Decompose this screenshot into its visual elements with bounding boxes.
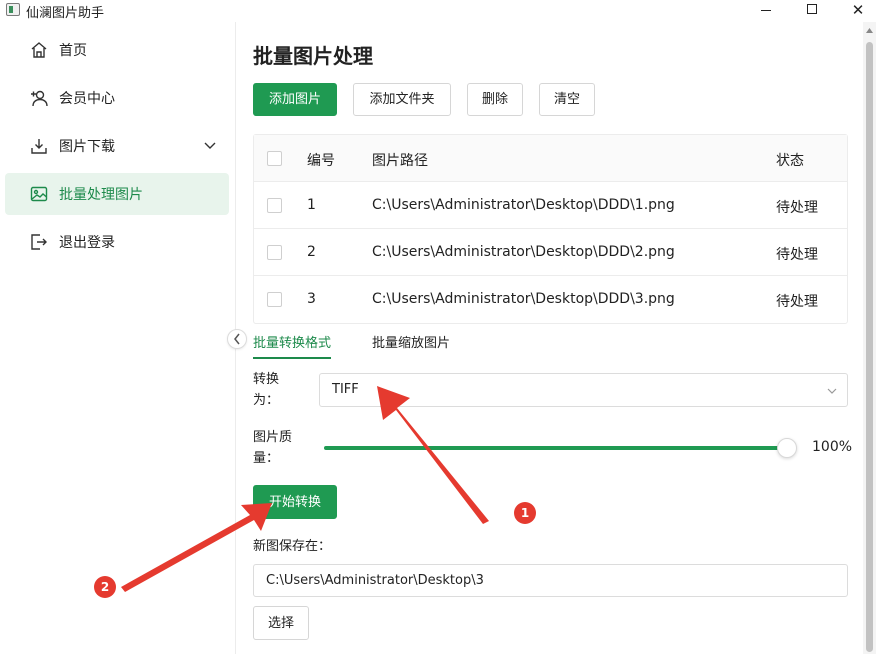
row-checkbox[interactable]: [267, 198, 282, 213]
row-checkbox[interactable]: [267, 292, 282, 307]
minimize-icon: [761, 10, 771, 11]
column-header-number: 编号: [307, 153, 335, 169]
sidebar-item-label: 批量处理图片: [59, 187, 143, 203]
image-icon: [30, 186, 48, 202]
quality-slider-thumb[interactable]: [777, 438, 797, 458]
sidebar-item-label: 首页: [59, 43, 87, 59]
quality-label-line2: 量：: [253, 451, 280, 466]
row-checkbox[interactable]: [267, 245, 282, 260]
sidebar-item-label: 图片下载: [59, 139, 115, 155]
download-icon: [31, 139, 47, 154]
start-convert-button[interactable]: 开始转换: [253, 485, 337, 519]
delete-button[interactable]: 删除: [467, 83, 523, 116]
row-path: C:\Users\Administrator\Desktop\DDD\2.png: [372, 244, 675, 260]
row-number: 2: [307, 244, 316, 260]
annotation-badge-2: 2: [94, 576, 116, 598]
clear-button[interactable]: 清空: [539, 83, 595, 116]
image-table: 编号 图片路径 状态 1 C:\Users\Administrator\Desk…: [253, 134, 848, 324]
table-row[interactable]: 3 C:\Users\Administrator\Desktop\DDD\3.p…: [254, 276, 847, 323]
close-button[interactable]: ✕: [835, 0, 876, 22]
format-label: 转换 为：: [253, 369, 279, 411]
choose-folder-button[interactable]: 选择: [253, 606, 309, 640]
chevron-down-icon[interactable]: [203, 138, 217, 152]
row-number: 3: [307, 291, 316, 307]
column-header-status: 状态: [776, 153, 804, 169]
app-icon: [6, 3, 20, 16]
annotation-badge-1: 1: [514, 502, 536, 524]
home-icon: [31, 42, 47, 58]
close-icon: ✕: [851, 1, 865, 19]
add-image-button[interactable]: 添加图片: [253, 83, 337, 116]
save-path-value: C:\Users\Administrator\Desktop\3: [266, 573, 484, 588]
add-folder-button[interactable]: 添加文件夹: [353, 83, 451, 116]
quality-slider-track[interactable]: [324, 446, 789, 450]
table-header-row: 编号 图片路径 状态: [254, 135, 847, 182]
function-tabs: 批量转换格式 批量缩放图片: [253, 330, 848, 359]
table-row[interactable]: 2 C:\Users\Administrator\Desktop\DDD\2.p…: [254, 229, 847, 276]
column-header-path: 图片路径: [372, 153, 428, 169]
page-title: 批量图片处理: [253, 44, 373, 68]
save-location-label: 新图保存在：: [253, 539, 332, 554]
sidebar-item-label: 会员中心: [59, 91, 115, 107]
sidebar-item-image-download[interactable]: 图片下载: [5, 125, 229, 167]
table-row[interactable]: 1 C:\Users\Administrator\Desktop\DDD\1.p…: [254, 182, 847, 229]
sidebar: 首页 会员中心 图片下载 批量处理图片 退出登录: [0, 22, 236, 654]
save-path-input[interactable]: C:\Users\Administrator\Desktop\3: [253, 564, 848, 597]
select-all-checkbox[interactable]: [267, 151, 282, 166]
vertical-scrollbar[interactable]: [863, 22, 876, 654]
scrollbar-thumb[interactable]: [866, 42, 873, 652]
minimize-button[interactable]: [743, 0, 789, 22]
maximize-button[interactable]: [789, 0, 835, 22]
row-status: 待处理: [776, 294, 818, 310]
user-add-icon: [31, 90, 48, 107]
chevron-down-icon: [827, 388, 837, 394]
format-select-value: TIFF: [332, 382, 359, 397]
window-title: 仙澜图片助手: [26, 6, 105, 21]
sidebar-item-batch-process[interactable]: 批量处理图片: [5, 173, 229, 215]
tab-batch-resize[interactable]: 批量缩放图片: [372, 332, 450, 357]
main-panel: 批量图片处理 添加图片 添加文件夹 删除 清空 编号 图片路径 状态 1 C:\…: [237, 22, 863, 654]
quality-value: 100%: [812, 439, 853, 455]
quality-label-line1: 图片质: [253, 430, 293, 445]
logout-icon: [31, 234, 47, 250]
scroll-up-icon[interactable]: [866, 28, 873, 33]
quality-label: 图片质 量：: [253, 427, 292, 469]
format-select[interactable]: TIFF: [319, 373, 848, 407]
row-number: 1: [307, 197, 316, 213]
title-bar: 仙澜图片助手 ✕: [0, 0, 876, 22]
row-path: C:\Users\Administrator\Desktop\DDD\3.png: [372, 291, 675, 307]
tab-batch-convert[interactable]: 批量转换格式: [253, 332, 332, 359]
sidebar-item-home[interactable]: 首页: [5, 29, 229, 71]
maximize-icon: [807, 4, 817, 14]
sidebar-item-label: 退出登录: [59, 235, 115, 251]
row-status: 待处理: [776, 247, 818, 263]
row-path: C:\Users\Administrator\Desktop\DDD\1.png: [372, 197, 675, 213]
sidebar-item-logout[interactable]: 退出登录: [5, 221, 229, 263]
row-status: 待处理: [776, 200, 818, 216]
sidebar-item-member-center[interactable]: 会员中心: [5, 77, 229, 119]
format-label-line2: 为：: [253, 393, 280, 408]
format-label-line1: 转换: [253, 372, 280, 387]
